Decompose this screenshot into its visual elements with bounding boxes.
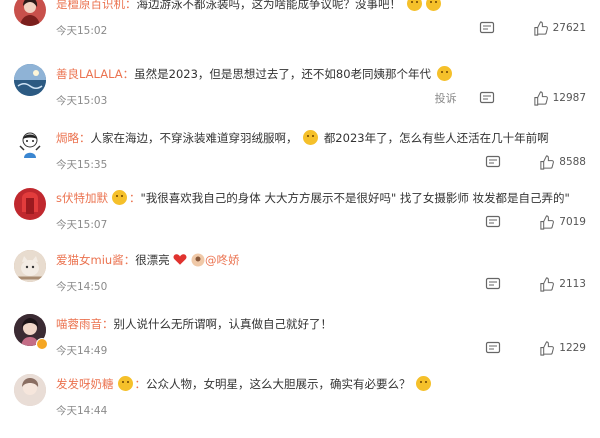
like-button[interactable]: 2113 xyxy=(539,276,586,292)
avatar[interactable] xyxy=(14,64,46,96)
comment-text: 很漂亮 xyxy=(135,253,170,267)
timestamp: 今天15:35 xyxy=(56,159,108,171)
username[interactable]: 焗略 xyxy=(56,131,79,145)
like-button[interactable]: 1229 xyxy=(539,340,586,356)
timestamp: 今天14:44 xyxy=(56,405,108,417)
laughing-emoji-icon xyxy=(436,66,452,81)
thumbs-up-icon xyxy=(540,154,555,170)
comment-text-continued: 都2023年了，怎么有些人还活在几十年前啊 xyxy=(323,131,549,145)
comment-text-line: 发发呀奶糖 ：公众人物，女明星，这么大胆展示，确实有必要么？ xyxy=(56,376,590,392)
comment-text-line: 爱猫女miu酱：很漂亮 @咚娇 xyxy=(56,253,240,267)
thumbs-up-icon xyxy=(540,276,555,292)
laughing-emoji-icon xyxy=(117,376,133,391)
laughing-emoji-icon xyxy=(303,130,319,145)
comment-reply-icon[interactable] xyxy=(485,340,501,356)
timestamp: 今天14:50 xyxy=(56,281,108,293)
comment-actions: 2113 xyxy=(485,276,586,292)
comment-item: 发发呀奶糖 ：公众人物，女明星，这么大胆展示，确实有必要么？ 今天14:44 xyxy=(0,374,600,438)
comment-text: 人家在海边，不穿泳装难道穿羽绒服啊， xyxy=(90,131,298,145)
username[interactable]: 善良LALALA xyxy=(56,67,123,81)
username[interactable]: 发发呀奶糖 xyxy=(56,377,114,391)
username[interactable]: s伏特加默 xyxy=(56,191,108,205)
smile-emoji-icon xyxy=(406,0,422,11)
comment-actions: 7019 xyxy=(485,214,586,230)
comment-text-line: 善良LALALA：虽然是2023，但是思想过去了，还不如80老同姨那个年代 xyxy=(56,66,590,82)
comment-reply-icon[interactable] xyxy=(485,276,501,292)
comment-text-line: s伏特加默 ："我很喜欢我自己的身体 大大方方展示不是很好吗" 找了女摄影师 妆发… xyxy=(56,190,570,205)
avatar[interactable] xyxy=(14,250,46,282)
comment-item: s伏特加默 ："我很喜欢我自己的身体 大大方方展示不是很好吗" 找了女摄影师 妆发… xyxy=(0,188,600,252)
thumbs-up-icon xyxy=(540,214,555,230)
comment-reply-icon[interactable] xyxy=(479,90,495,106)
timestamp: 今天15:02 xyxy=(56,25,108,37)
like-count: 8588 xyxy=(559,156,586,168)
avatar[interactable] xyxy=(14,374,46,406)
like-count: 1229 xyxy=(559,342,586,354)
like-button[interactable]: 8588 xyxy=(539,154,586,170)
smile-emoji-icon xyxy=(425,0,441,11)
verified-badge-icon xyxy=(36,338,48,350)
like-count: 12987 xyxy=(552,92,586,104)
heart-icon xyxy=(173,254,187,265)
like-button[interactable]: 27621 xyxy=(533,20,586,36)
thumbs-up-icon xyxy=(533,90,548,106)
username[interactable]: 是檀原百识机 xyxy=(56,0,125,11)
comment-item: 焗略：人家在海边，不穿泳装难道穿羽绒服啊， 都2023年了，怎么有些人还活在几十… xyxy=(0,128,600,192)
comment-text: 公众人物，女明星，这么大胆展示，确实有必要么？ xyxy=(146,377,411,391)
like-button[interactable]: 7019 xyxy=(539,214,586,230)
username[interactable]: 爱猫女miu酱 xyxy=(56,253,124,267)
comment-text: 别人说什么无所谓啊，认真做自己就好了！ xyxy=(113,317,333,331)
comment-text-line: 喵蓉雨音：别人说什么无所谓啊，认真做自己就好了！ xyxy=(56,317,333,331)
like-count: 27621 xyxy=(552,22,586,34)
username[interactable]: 喵蓉雨音 xyxy=(56,317,102,331)
like-button[interactable]: 12987 xyxy=(533,90,586,106)
comment-reply-icon[interactable] xyxy=(485,214,501,230)
comment-item: 是檀原百识机：海边游泳不都泳装吗，这为啥能成争议呢？没事吧！ 今天15:02 2… xyxy=(0,0,600,58)
report-link[interactable]: 投诉 xyxy=(435,90,457,106)
comment-actions: 投诉 12987 xyxy=(435,90,586,106)
comment-item: 善良LALALA：虽然是2023，但是思想过去了，还不如80老同姨那个年代 今天… xyxy=(0,64,600,128)
comment-actions: 27621 xyxy=(479,20,586,36)
like-count: 2113 xyxy=(559,278,586,290)
thumbs-up-icon xyxy=(533,20,548,36)
comment-actions: 8588 xyxy=(485,154,586,170)
comment-reply-icon[interactable] xyxy=(485,154,501,170)
comment-item: 爱猫女miu酱：很漂亮 @咚娇 今天14:50 2113 xyxy=(0,250,600,314)
comment-reply-icon[interactable] xyxy=(479,20,495,36)
comment-text: 海边游泳不都泳装吗，这为啥能成争议呢？没事吧！ xyxy=(136,0,402,11)
comment-item: 喵蓉雨音：别人说什么无所谓啊，认真做自己就好了！ 今天14:49 1229 xyxy=(0,314,600,378)
timestamp: 今天14:49 xyxy=(56,345,108,357)
thumbs-up-icon xyxy=(540,340,555,356)
laughing-emoji-icon xyxy=(416,376,432,391)
like-count: 7019 xyxy=(559,216,586,228)
timestamp: 今天15:07 xyxy=(56,219,108,231)
timestamp: 今天15:03 xyxy=(56,95,108,107)
comment-text-line: 是檀原百识机：海边游泳不都泳装吗，这为啥能成争议呢？没事吧！ xyxy=(56,0,590,12)
mention-avatar-icon xyxy=(191,253,205,267)
avatar[interactable] xyxy=(14,188,46,220)
comment-text: "我很喜欢我自己的身体 大大方方展示不是很好吗" 找了女摄影师 妆发都是自己弄的… xyxy=(140,191,570,205)
mention-link[interactable]: @咚娇 xyxy=(205,253,240,267)
avatar[interactable] xyxy=(14,0,46,26)
avatar[interactable] xyxy=(14,128,46,160)
comment-text-line: 焗略：人家在海边，不穿泳装难道穿羽绒服啊， 都2023年了，怎么有些人还活在几十… xyxy=(56,130,549,145)
comment-text: 虽然是2023，但是思想过去了，还不如80老同姨那个年代 xyxy=(134,67,432,81)
laughing-emoji-icon xyxy=(112,190,127,205)
comment-actions: 1229 xyxy=(485,340,586,356)
